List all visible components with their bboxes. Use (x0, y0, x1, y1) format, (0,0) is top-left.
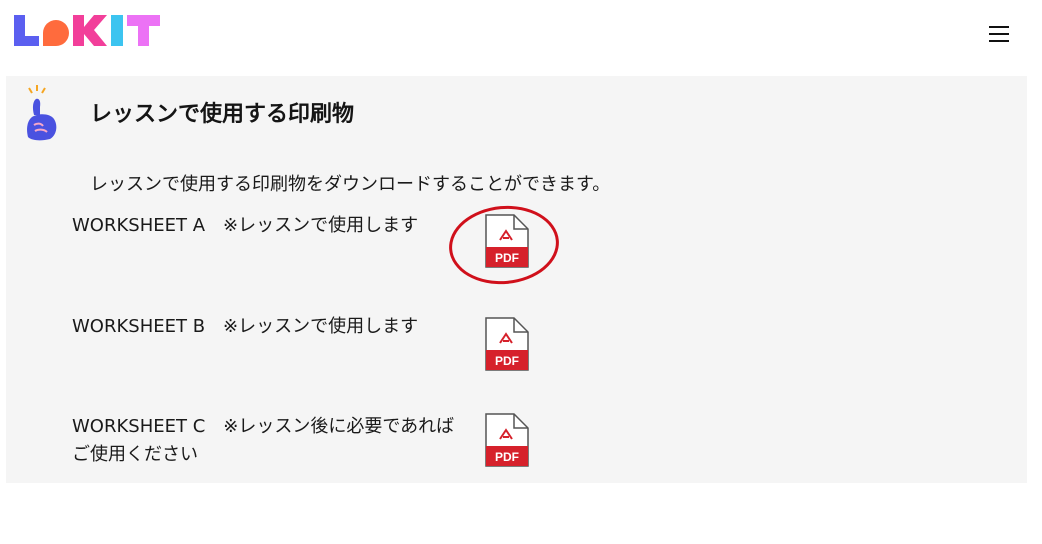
pdf-icon[interactable]: PDF (482, 317, 532, 371)
worksheet-a-label: WORKSHEET A ※レッスンで使用します (72, 215, 419, 236)
page-title: レッスンで使用する印刷物 (90, 102, 355, 127)
pdf-badge: PDF (495, 450, 519, 464)
worksheet-b-label: WORKSHEET B ※レッスンで使用します (72, 316, 419, 337)
hand-pointing-icon (27, 85, 57, 141)
pdf-icon[interactable]: PDF (482, 214, 532, 268)
hamburger-menu-icon[interactable] (986, 25, 1012, 43)
site-header (0, 0, 1042, 70)
section-description: レッスンで使用する印刷物をダウンロードすることができます。 (90, 174, 611, 195)
lekit-logo[interactable] (12, 13, 162, 47)
pdf-badge: PDF (495, 354, 519, 368)
worksheet-c-label: WORKSHEET C ※レッスン後に必要であればご使用ください (72, 416, 455, 465)
pdf-badge: PDF (495, 251, 519, 265)
pdf-icon[interactable]: PDF (482, 413, 532, 467)
